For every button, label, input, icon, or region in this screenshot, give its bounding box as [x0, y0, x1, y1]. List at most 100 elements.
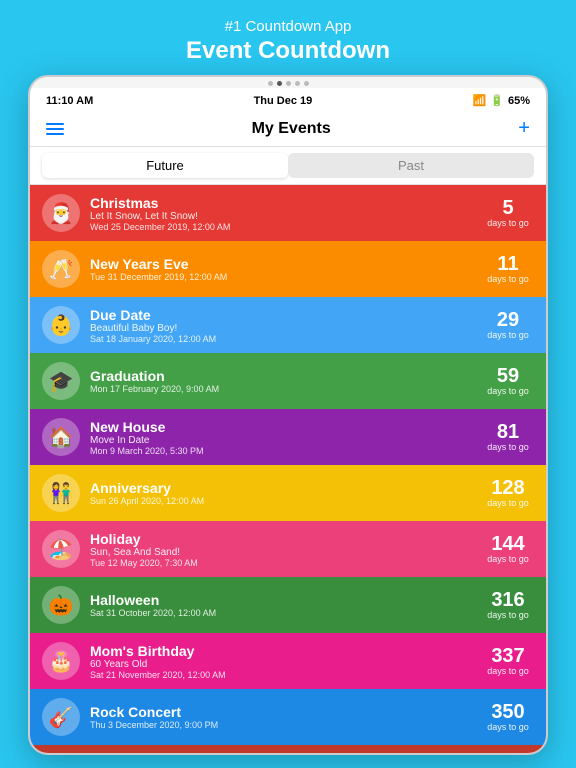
event-subtitle: Beautiful Baby Boy! [90, 323, 482, 334]
menu-button[interactable] [46, 123, 64, 135]
event-subtitle: Let It Snow, Let It Snow! [90, 211, 482, 222]
event-name: Halloween [90, 592, 482, 608]
event-icon: 👫 [42, 474, 80, 512]
dot-4 [295, 81, 300, 86]
dots-area [30, 77, 546, 88]
event-row[interactable]: 🏠 New House Move In Date Mon 9 March 202… [30, 409, 546, 465]
countdown-label: days to go [487, 722, 529, 732]
event-row[interactable]: 🎃 Halloween Sat 31 October 2020, 12:00 A… [30, 577, 546, 633]
countdown-label: days to go [487, 386, 529, 396]
nav-bar: My Events + [30, 111, 546, 147]
event-date: Sun 26 April 2020, 12:00 AM [90, 496, 482, 506]
event-icon: 🎸 [42, 698, 80, 736]
countdown-number: 11 [497, 254, 518, 274]
hamburger-line-2 [46, 128, 64, 130]
header-subtitle: #1 Countdown App [0, 18, 576, 35]
event-info: Anniversary Sun 26 April 2020, 12:00 AM [90, 480, 482, 506]
wifi-icon: 📶 [473, 94, 487, 107]
countdown-label: days to go [487, 610, 529, 620]
event-countdown: 81 days to go [482, 422, 534, 452]
hamburger-line-1 [46, 123, 64, 125]
countdown-number: 128 [491, 478, 524, 498]
event-row[interactable]: 🎅 Christmas Let It Snow, Let It Snow! We… [30, 185, 546, 241]
status-bar: 11:10 AM Thu Dec 19 📶 🔋 65% [30, 88, 546, 111]
status-right: 📶 🔋 65% [473, 94, 530, 107]
event-name: Graduation [90, 368, 482, 384]
dot-1 [268, 81, 273, 86]
event-date: Sat 21 November 2020, 12:00 AM [90, 670, 482, 680]
event-countdown: 29 days to go [482, 310, 534, 340]
countdown-number: 350 [491, 702, 524, 722]
segment-past[interactable]: Past [288, 153, 534, 178]
countdown-label: days to go [487, 442, 529, 452]
battery-icon: 🔋 [490, 94, 504, 107]
event-icon: 🎂 [42, 642, 80, 680]
event-row[interactable]: 🥂 New Years Eve Tue 31 December 2019, 12… [30, 241, 546, 297]
segment-control: Future Past [30, 147, 546, 185]
event-icon: 🎃 [42, 586, 80, 624]
event-countdown: 144 days to go [482, 534, 534, 564]
event-name: Christmas [90, 195, 482, 211]
event-countdown: 316 days to go [482, 590, 534, 620]
event-countdown: 11 days to go [482, 254, 534, 284]
countdown-label: days to go [487, 218, 529, 228]
nav-title: My Events [252, 120, 331, 138]
add-event-button[interactable]: + [518, 117, 530, 140]
event-subtitle: Sun, Sea And Sand! [90, 547, 482, 558]
event-row[interactable]: 🎓 Graduation Mon 17 February 2020, 9:00 … [30, 353, 546, 409]
countdown-number: 337 [491, 646, 524, 666]
battery-pct: 65% [508, 95, 530, 107]
event-icon: 🏖️ [42, 530, 80, 568]
event-date: Tue 31 December 2019, 12:00 AM [90, 272, 482, 282]
event-date: Wed 25 December 2019, 12:00 AM [90, 222, 482, 232]
event-countdown: 59 days to go [482, 366, 534, 396]
device-frame: 11:10 AM Thu Dec 19 📶 🔋 65% My Events + … [28, 75, 548, 755]
event-info: Rock Concert Thu 3 December 2020, 9:00 P… [90, 704, 482, 730]
event-row[interactable]: 👫 Anniversary Sun 26 April 2020, 12:00 A… [30, 465, 546, 521]
event-info: Mom's Birthday 60 Years Old Sat 21 Novem… [90, 643, 482, 680]
countdown-label: days to go [487, 498, 529, 508]
event-date: Thu 3 December 2020, 9:00 PM [90, 720, 482, 730]
segment-future[interactable]: Future [42, 153, 288, 178]
status-date: Thu Dec 19 [254, 95, 313, 107]
event-name: Due Date [90, 307, 482, 323]
event-row[interactable]: 🎭 Theatre An Evening Of Ballet 458 days … [30, 745, 546, 753]
countdown-number: 81 [497, 422, 519, 442]
countdown-number: 59 [497, 366, 519, 386]
header-area: #1 Countdown App Event Countdown [0, 0, 576, 75]
event-row[interactable]: 🏖️ Holiday Sun, Sea And Sand! Tue 12 May… [30, 521, 546, 577]
event-row[interactable]: 👶 Due Date Beautiful Baby Boy! Sat 18 Ja… [30, 297, 546, 353]
event-countdown: 337 days to go [482, 646, 534, 676]
event-info: New House Move In Date Mon 9 March 2020,… [90, 419, 482, 456]
dot-5 [304, 81, 309, 86]
events-list: 🎅 Christmas Let It Snow, Let It Snow! We… [30, 185, 546, 753]
event-info: Halloween Sat 31 October 2020, 12:00 AM [90, 592, 482, 618]
countdown-label: days to go [487, 330, 529, 340]
event-info: New Years Eve Tue 31 December 2019, 12:0… [90, 256, 482, 282]
countdown-label: days to go [487, 554, 529, 564]
event-name: Mom's Birthday [90, 643, 482, 659]
event-icon: 👶 [42, 306, 80, 344]
event-name: New House [90, 419, 482, 435]
countdown-number: 5 [502, 198, 513, 218]
event-icon: 🥂 [42, 250, 80, 288]
event-icon: 🎅 [42, 194, 80, 232]
event-subtitle: 60 Years Old [90, 659, 482, 670]
event-icon: 🎓 [42, 362, 80, 400]
event-row[interactable]: 🎸 Rock Concert Thu 3 December 2020, 9:00… [30, 689, 546, 745]
event-name: Holiday [90, 531, 482, 547]
event-info: Holiday Sun, Sea And Sand! Tue 12 May 20… [90, 531, 482, 568]
dot-3 [286, 81, 291, 86]
countdown-label: days to go [487, 274, 529, 284]
event-countdown: 128 days to go [482, 478, 534, 508]
event-name: Rock Concert [90, 704, 482, 720]
hamburger-line-3 [46, 133, 64, 135]
event-info: Due Date Beautiful Baby Boy! Sat 18 Janu… [90, 307, 482, 344]
status-time: 11:10 AM [46, 95, 93, 107]
event-subtitle: Move In Date [90, 435, 482, 446]
event-icon: 🏠 [42, 418, 80, 456]
event-date: Mon 9 March 2020, 5:30 PM [90, 446, 482, 456]
event-countdown: 350 days to go [482, 702, 534, 732]
event-info: Christmas Let It Snow, Let It Snow! Wed … [90, 195, 482, 232]
event-row[interactable]: 🎂 Mom's Birthday 60 Years Old Sat 21 Nov… [30, 633, 546, 689]
